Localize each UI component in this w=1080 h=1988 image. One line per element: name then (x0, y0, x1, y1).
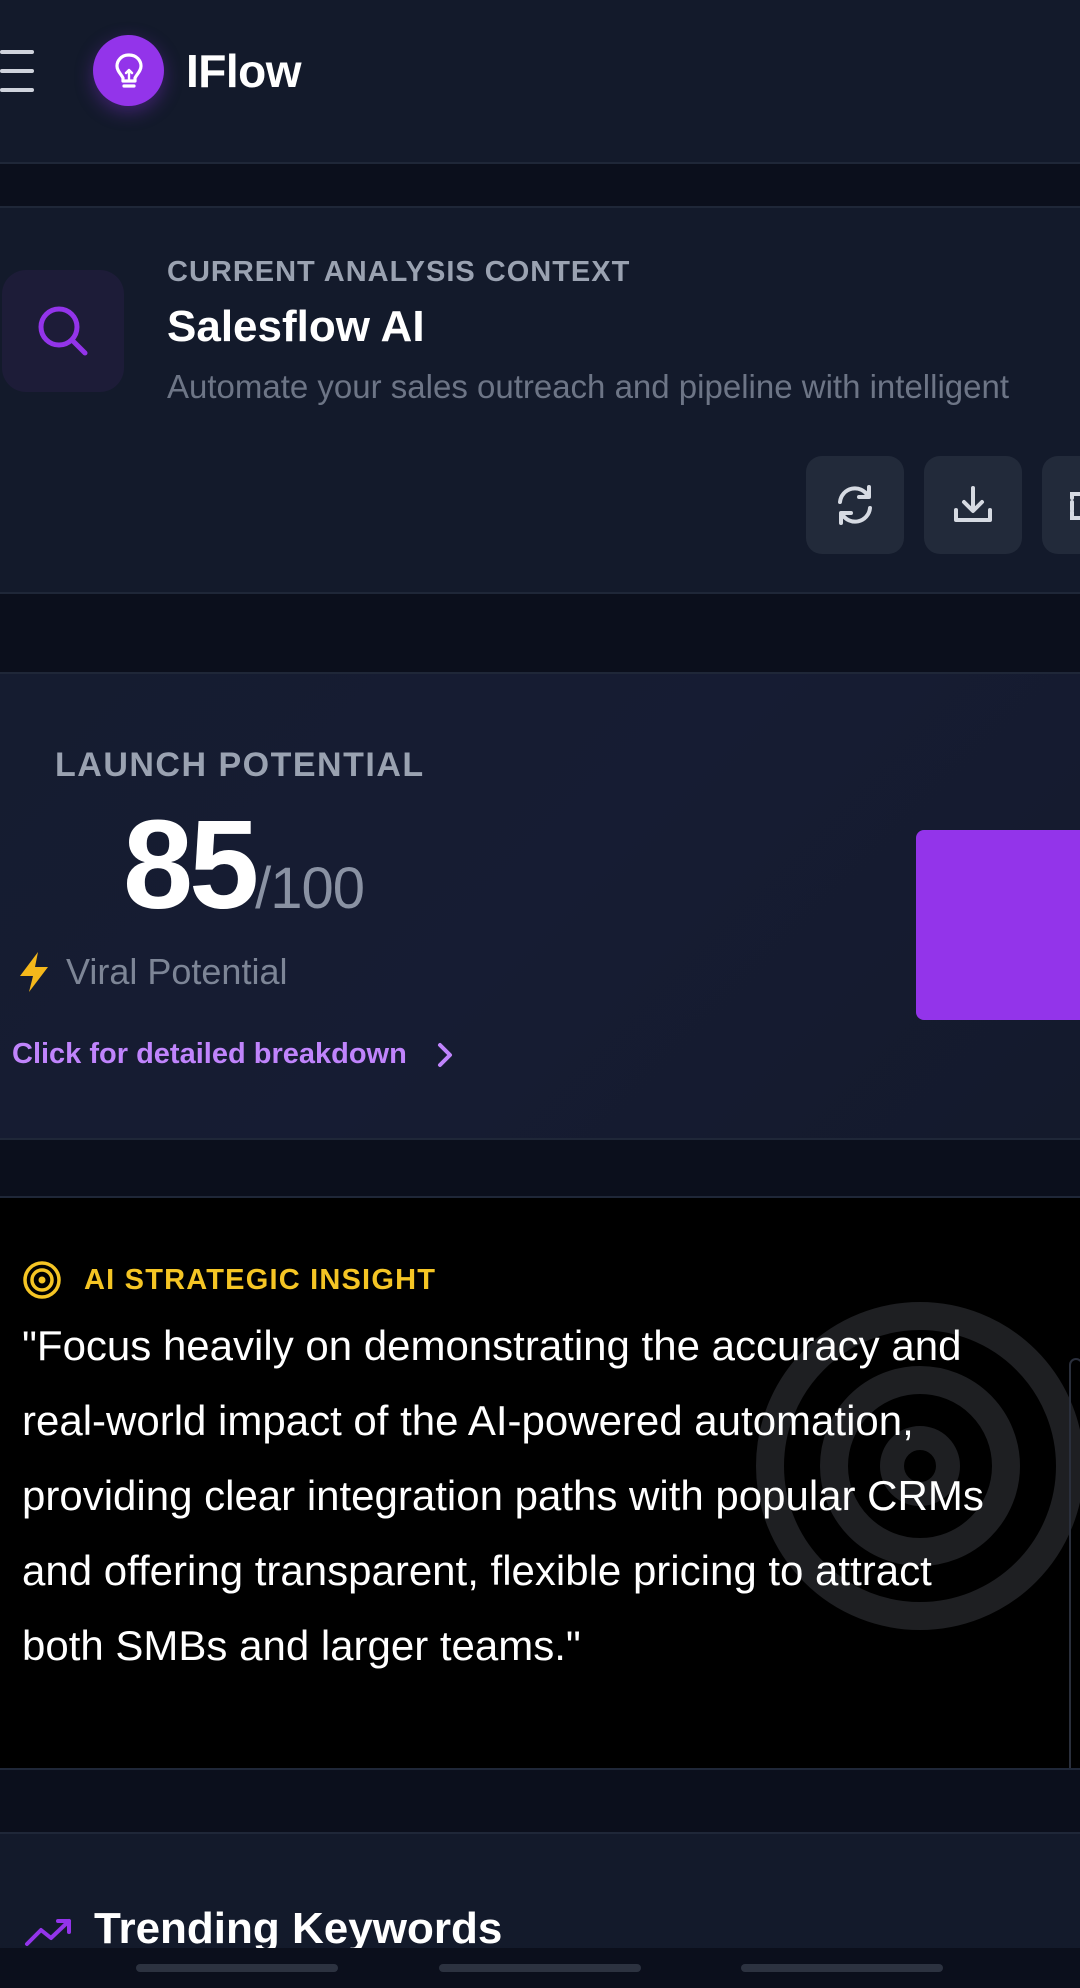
insight-quote: "Focus heavily on demonstrating the accu… (22, 1308, 1080, 1683)
context-label: CURRENT ANALYSIS CONTEXT (167, 256, 631, 288)
score-value: 85 (123, 794, 259, 935)
trending-keywords-title: Trending Keywords (94, 1904, 503, 1953)
detailed-breakdown-text: Click for detailed breakdown (12, 1038, 407, 1070)
refresh-button[interactable] (806, 456, 904, 554)
lightning-icon (20, 952, 48, 992)
launch-score: 85/100 (123, 792, 365, 937)
nav-handle[interactable] (741, 1964, 943, 1972)
print-icon (1070, 492, 1080, 520)
context-title: Salesflow AI (167, 302, 425, 351)
app-name[interactable]: IFlow (186, 40, 302, 102)
insight-label: AI STRATEGIC INSIGHT (84, 1263, 437, 1296)
nav-handle[interactable] (439, 1964, 641, 1972)
viral-potential-text: Viral Potential (66, 951, 288, 992)
insight-quote-line: and offering transparent, flexible prici… (22, 1547, 932, 1594)
insight-header: AI STRATEGIC INSIGHT (22, 1260, 436, 1300)
target-icon (23, 1261, 61, 1299)
viral-potential-tag: Viral Potential (14, 950, 287, 994)
download-button[interactable] (924, 456, 1022, 554)
analysis-context-card: CURRENT ANALYSIS CONTEXT Salesflow AI Au… (0, 206, 1080, 594)
hamburger-menu-icon[interactable] (0, 50, 34, 92)
search-icon (2, 270, 124, 392)
nav-handle[interactable] (136, 1964, 338, 1972)
detailed-breakdown-link[interactable]: Click for detailed breakdown (12, 1038, 455, 1071)
score-max: /100 (255, 856, 365, 921)
insight-quote-line: "Focus heavily on demonstrating the accu… (22, 1322, 962, 1369)
chevron-right-icon (437, 1042, 452, 1067)
refresh-icon (838, 485, 872, 525)
bottom-navigation-bar (0, 1948, 1080, 1988)
insight-quote-line: both SMBs and larger teams." (22, 1622, 581, 1669)
print-button[interactable] (1042, 456, 1080, 554)
insight-scrollbar[interactable] (1069, 1358, 1080, 1768)
context-description: Automate your sales outreach and pipelin… (167, 368, 1010, 405)
ai-strategic-insight-card: AI STRATEGIC INSIGHT "Focus heavily on d… (0, 1196, 1080, 1770)
insight-quote-line: providing clear integration paths with p… (22, 1472, 984, 1519)
lightbulb-icon (93, 35, 164, 106)
launch-potential-card[interactable]: LAUNCH POTENTIAL 85/100 Viral Potential … (0, 672, 1080, 1140)
score-visual-block (916, 830, 1080, 1020)
launch-potential-label: LAUNCH POTENTIAL (55, 746, 425, 784)
trending-up-icon (25, 1919, 71, 1946)
app-header: IFlow (0, 0, 1080, 164)
insight-quote-line: real-world impact of the AI-powered auto… (22, 1397, 914, 1444)
download-icon (954, 486, 992, 522)
